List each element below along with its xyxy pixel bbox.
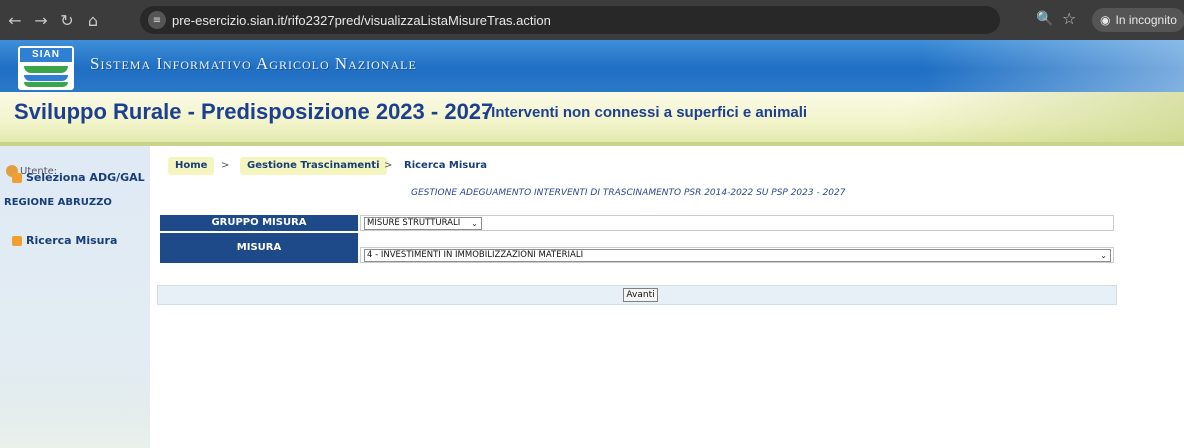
program-subtitle: - Interventi non connessi a superfici e … [482, 104, 808, 121]
submit-bar: Avanti [157, 285, 1117, 305]
chevron-down-icon: ⌄ [471, 219, 478, 228]
breadcrumb-current: Ricerca Misura [404, 160, 488, 171]
url-text[interactable]: pre-esercizio.sian.it/rifo2327pred/visua… [172, 13, 551, 28]
misura-select[interactable]: 4 - INVESTIMENTI IN IMMOBILIZZAZIONI MAT… [364, 249, 1111, 262]
logo-wave-icon [24, 75, 68, 81]
search-form: GRUPPO MISURA MISURE STRUTTURALI ⌄ MISUR… [160, 215, 1114, 263]
forward-arrow-icon[interactable]: → [30, 9, 52, 31]
banner-divider [0, 142, 1184, 146]
logo-wave-icon [24, 66, 68, 73]
program-title: Sviluppo Rurale - Predisposizione 2023 -… [14, 99, 494, 124]
gruppo-misura-selected: MISURE STRUTTURALI [367, 218, 461, 228]
gruppo-misura-cell: MISURE STRUTTURALI ⌄ [360, 215, 1114, 231]
sidebar-item-label[interactable]: Ricerca Misura [26, 234, 117, 247]
breadcrumb-separator: > [221, 160, 230, 171]
page-title: GESTIONE ADEGUAMENTO INTERVENTI DI TRASC… [411, 188, 846, 198]
sidebar-item-ricerca-misura[interactable]: Ricerca Misura [12, 234, 117, 247]
breadcrumb-gestione-trascinamenti[interactable]: Gestione Trascinamenti [240, 157, 387, 175]
select-adg-gal-link[interactable]: Seleziona ADG/GAL [12, 171, 145, 184]
misura-selected: 4 - INVESTIMENTI IN IMMOBILIZZAZIONI MAT… [367, 250, 584, 260]
avanti-button[interactable]: Avanti [623, 288, 658, 302]
sian-logo: SIAN [18, 46, 74, 90]
home-icon[interactable]: ⌂ [82, 9, 104, 31]
logo-wave-icon [24, 82, 68, 87]
gruppo-misura-label: GRUPPO MISURA [160, 215, 358, 231]
bullet-icon [12, 235, 22, 246]
gruppo-misura-select[interactable]: MISURE STRUTTURALI ⌄ [364, 217, 482, 230]
breadcrumb-home[interactable]: Home [168, 157, 215, 175]
region-name: REGIONE ABRUZZO [4, 197, 112, 208]
address-bar[interactable]: ≡ pre-esercizio.sian.it/rifo2327pred/vis… [140, 6, 1000, 34]
reload-icon[interactable]: ↻ [56, 9, 78, 31]
site-info-icon[interactable]: ≡ [148, 11, 166, 29]
bullet-icon [12, 172, 22, 183]
system-title: Sistema Informativo Agricolo Nazionale [90, 54, 417, 73]
incognito-icon: ◉ [1100, 13, 1111, 27]
misura-label: MISURA [160, 233, 358, 263]
sidebar-decoration [0, 360, 150, 448]
logo-text: SIAN [20, 48, 72, 62]
chevron-down-icon: ⌄ [1100, 251, 1107, 260]
incognito-badge[interactable]: ◉ In incognito [1092, 8, 1184, 32]
misura-cell: 4 - INVESTIMENTI IN IMMOBILIZZAZIONI MAT… [360, 247, 1114, 263]
browser-toolbar: ← → ↻ ⌂ ≡ pre-esercizio.sian.it/rifo2327… [0, 0, 1184, 40]
bookmark-star-icon[interactable]: ☆ [1062, 9, 1076, 28]
back-arrow-icon[interactable]: ← [4, 9, 26, 31]
breadcrumb-separator: > [384, 160, 393, 171]
zoom-icon[interactable]: 🔍 [1036, 11, 1053, 27]
select-adg-gal-label[interactable]: Seleziona ADG/GAL [26, 171, 145, 184]
incognito-label: In incognito [1115, 13, 1177, 27]
